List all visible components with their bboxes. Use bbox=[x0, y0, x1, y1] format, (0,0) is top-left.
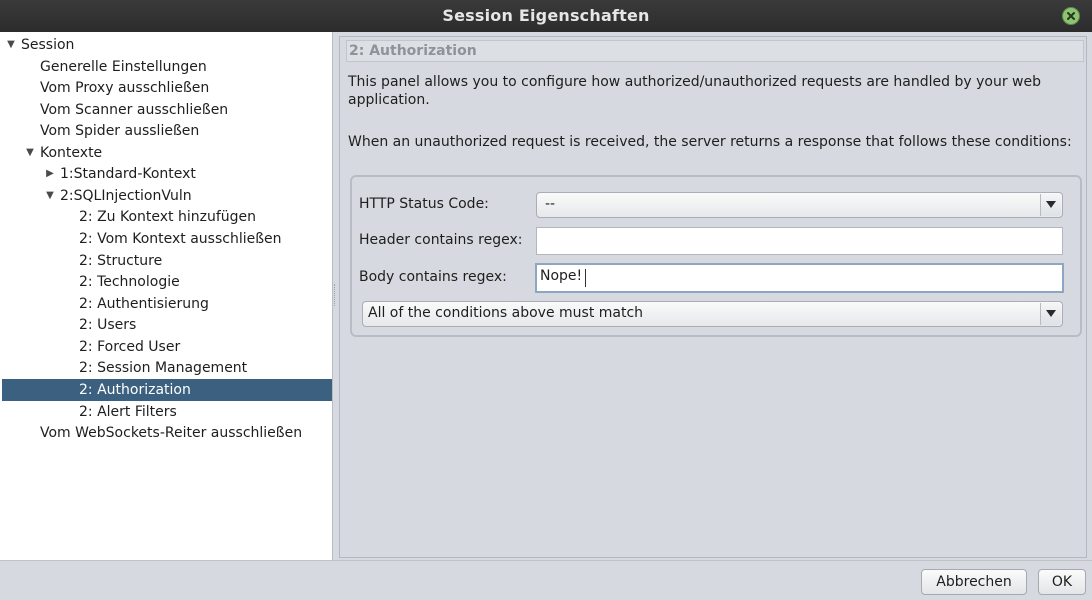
authorization-panel: 2: Authorization This panel allows you t… bbox=[338, 32, 1092, 560]
tree-item-structure[interactable]: 2: Structure bbox=[2, 250, 332, 272]
cancel-button[interactable]: Abbrechen bbox=[921, 569, 1027, 595]
status-code-label: HTTP Status Code: bbox=[359, 196, 489, 212]
tree-item-exclude-scanner[interactable]: Vom Scanner ausschließen bbox=[2, 99, 332, 121]
tree-item-forced-user[interactable]: 2: Forced User bbox=[2, 336, 332, 358]
match-mode-select[interactable]: All of the conditions above must match bbox=[362, 301, 1063, 327]
header-regex-input[interactable] bbox=[536, 227, 1063, 255]
collapsed-arrow-icon[interactable]: ▶ bbox=[44, 163, 56, 185]
dropdown-button[interactable] bbox=[1040, 303, 1061, 325]
window-title: Session Eigenschaften bbox=[442, 6, 650, 25]
conditions-description: When an unauthorized request is received… bbox=[348, 134, 1072, 150]
match-mode-value: All of the conditions above must match bbox=[368, 305, 644, 321]
tree-item-label: 2:SQLInjectionVuln bbox=[60, 188, 192, 204]
tree-item-label: 2: Forced User bbox=[79, 339, 181, 355]
tree-item-label: 2: Structure bbox=[79, 253, 163, 269]
tree-item-authorization[interactable]: 2: Authorization bbox=[2, 379, 332, 401]
tree-item-label: 1:Standard-Kontext bbox=[60, 166, 196, 182]
title-bar: Session Eigenschaften bbox=[0, 0, 1092, 32]
text-cursor bbox=[585, 269, 586, 287]
tree-item-label: Vom Scanner ausschließen bbox=[40, 102, 229, 118]
tree-item-session[interactable]: ▼ Session bbox=[2, 34, 332, 56]
body-regex-label: Body contains regex: bbox=[359, 269, 507, 285]
tree-item-label: 2: Vom Kontext ausschließen bbox=[79, 231, 282, 247]
tree-item-sqlinjectionvuln[interactable]: ▼ 2:SQLInjectionVuln bbox=[2, 185, 332, 207]
panel-description: This panel allows you to configure how a… bbox=[348, 74, 1041, 108]
tree-item-authentication[interactable]: 2: Authentisierung bbox=[2, 293, 332, 315]
body-regex-input[interactable]: Nope! bbox=[535, 263, 1064, 293]
tree-item-alert-filters[interactable]: 2: Alert Filters bbox=[2, 401, 332, 423]
tree-item-label: 2: Authorization bbox=[79, 382, 191, 398]
tree-item-label: 2: Zu Kontext hinzufügen bbox=[79, 209, 257, 225]
tree-item-label: 2: Authentisierung bbox=[79, 296, 209, 312]
tree-item-label: Vom Proxy ausschließen bbox=[40, 80, 210, 96]
tree-item-contexts[interactable]: ▼ Kontexte bbox=[2, 142, 332, 164]
tree-item-label: 2: Session Management bbox=[79, 360, 248, 376]
tree-item-session-management[interactable]: 2: Session Management bbox=[2, 357, 332, 379]
expanded-arrow-icon[interactable]: ▼ bbox=[5, 34, 17, 56]
tree-item-label: 2: Technologie bbox=[79, 274, 180, 290]
header-regex-label: Header contains regex: bbox=[359, 232, 523, 248]
chevron-down-icon bbox=[1046, 310, 1056, 317]
tree-item-general-settings[interactable]: Generelle Einstellungen bbox=[2, 56, 332, 78]
settings-tree: ▼ Session Generelle Einstellungen Vom Pr… bbox=[0, 32, 333, 560]
tree-item-label: Generelle Einstellungen bbox=[40, 59, 207, 75]
splitter-grip[interactable] bbox=[334, 284, 337, 306]
button-bar: Abbrechen OK bbox=[0, 560, 1092, 600]
session-properties-dialog: Session Eigenschaften ▼ Session Generell… bbox=[0, 0, 1092, 600]
ok-button[interactable]: OK bbox=[1038, 569, 1086, 595]
tree-item-technology[interactable]: 2: Technologie bbox=[2, 271, 332, 293]
tree-item-label: 2: Alert Filters bbox=[79, 404, 177, 420]
tree-item-default-context[interactable]: ▶ 1:Standard-Kontext bbox=[2, 163, 332, 185]
status-code-value: -- bbox=[545, 196, 556, 212]
tree-item-exclude-from-context[interactable]: 2: Vom Kontext ausschließen bbox=[2, 228, 332, 250]
expanded-arrow-icon[interactable]: ▼ bbox=[44, 185, 56, 207]
tree-item-include-in-context[interactable]: 2: Zu Kontext hinzufügen bbox=[2, 206, 332, 228]
tree-item-label: Session bbox=[21, 37, 75, 53]
tree-item-label: 2: Users bbox=[79, 317, 137, 333]
expanded-arrow-icon[interactable]: ▼ bbox=[24, 142, 36, 164]
panel-title: 2: Authorization bbox=[346, 40, 1084, 62]
tree-item-label: Kontexte bbox=[40, 145, 103, 161]
close-icon[interactable] bbox=[1062, 7, 1080, 25]
chevron-down-icon bbox=[1046, 201, 1056, 208]
tree-item-exclude-spider[interactable]: Vom Spider aussließen bbox=[2, 120, 332, 142]
tree-item-label: Vom Spider aussließen bbox=[40, 123, 200, 139]
status-code-select[interactable]: -- bbox=[536, 192, 1063, 218]
tree-item-label: Vom WebSockets-Reiter ausschließen bbox=[40, 425, 303, 441]
tree-item-exclude-websockets[interactable]: Vom WebSockets-Reiter ausschließen bbox=[2, 422, 332, 444]
tree-item-users[interactable]: 2: Users bbox=[2, 314, 332, 336]
dropdown-button[interactable] bbox=[1040, 194, 1061, 216]
body-regex-value: Nope! bbox=[540, 268, 583, 284]
tree-item-exclude-proxy[interactable]: Vom Proxy ausschließen bbox=[2, 77, 332, 99]
